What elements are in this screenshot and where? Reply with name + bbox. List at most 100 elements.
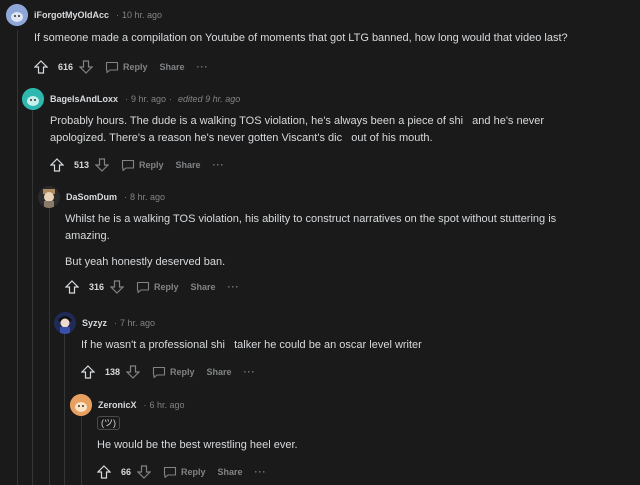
comment-text: He would be the best wrestling heel ever… xyxy=(97,439,298,451)
comment-bubble-icon xyxy=(163,466,177,478)
more-options-icon[interactable]: ··· xyxy=(244,367,256,377)
upvote-icon xyxy=(65,280,79,294)
reply-button[interactable]: Reply xyxy=(121,159,164,172)
timestamp[interactable]: 8 hr. ago xyxy=(130,192,165,202)
comment-body: If someone made a compilation on Youtube… xyxy=(34,30,632,47)
share-button[interactable]: Share xyxy=(191,282,216,292)
thread-line[interactable] xyxy=(17,30,18,485)
share-button[interactable]: Share xyxy=(207,367,232,377)
avatar[interactable] xyxy=(70,394,92,416)
share-button[interactable]: Share xyxy=(160,62,185,72)
timestamp[interactable]: 6 hr. ago xyxy=(150,400,185,410)
vote-count: 513 xyxy=(74,160,90,170)
more-options-icon[interactable]: ··· xyxy=(197,62,209,72)
username[interactable]: DaSomDum xyxy=(66,192,117,202)
upvote-button[interactable] xyxy=(34,60,48,74)
comment-meta: · 8 hr. ago xyxy=(124,192,166,202)
username[interactable]: BagelsAndLoxx xyxy=(50,94,118,104)
comment-meta: · 7 hr. ago xyxy=(114,318,156,328)
reply-button[interactable]: Reply xyxy=(163,466,206,479)
snoo-avatar-icon xyxy=(70,394,92,416)
timestamp[interactable]: 10 hr. ago xyxy=(122,10,162,20)
reply-button[interactable]: Reply xyxy=(152,366,195,379)
downvote-button[interactable] xyxy=(79,60,94,74)
vote-count: 616 xyxy=(58,62,74,72)
reply-button[interactable]: Reply xyxy=(105,61,148,74)
comment: ZeronicX · 6 hr. ago (ツ) He would be the … xyxy=(70,394,632,482)
reply-label: Reply xyxy=(154,282,179,292)
more-options-icon[interactable]: ··· xyxy=(228,282,240,292)
downvote-button[interactable] xyxy=(95,158,110,172)
comment-text: If someone made a compilation on Youtube… xyxy=(34,32,568,44)
upvote-icon xyxy=(97,465,111,479)
downvote-button[interactable] xyxy=(110,280,125,294)
timestamp[interactable]: 7 hr. ago xyxy=(120,318,155,328)
vote-count: 316 xyxy=(89,282,105,292)
upvote-icon xyxy=(50,158,64,172)
downvote-button[interactable] xyxy=(126,365,141,379)
comment-actions: 138 Reply Share ··· xyxy=(81,362,632,382)
username[interactable]: iForgotMyOldAcc xyxy=(34,10,109,20)
comment-bubble-icon xyxy=(152,366,166,378)
vote-count: 66 xyxy=(121,467,132,477)
avatar[interactable] xyxy=(6,4,28,26)
comment-body: If he wasn't a professional shi talker h… xyxy=(81,337,632,354)
comment: DaSomDum · 8 hr. ago Whilst he is a walki… xyxy=(38,186,632,297)
reply-label: Reply xyxy=(170,367,195,377)
comment-body: Whilst he is a walking TOS violation, hi… xyxy=(65,211,585,271)
comment-header: iForgotMyOldAcc · 10 hr. ago xyxy=(6,4,632,26)
comment-meta: · 10 hr. ago xyxy=(116,10,163,20)
comment-header: Syzyz · 7 hr. ago xyxy=(54,312,632,334)
comment: iForgotMyOldAcc · 10 hr. ago If someone m… xyxy=(6,4,632,77)
comment-meta: · 9 hr. ago · edited 9 hr. ago xyxy=(125,94,241,104)
reply-label: Reply xyxy=(139,160,164,170)
character-avatar-icon xyxy=(54,312,76,334)
upvote-button[interactable] xyxy=(81,365,95,379)
edited-label: edited 9 hr. ago xyxy=(178,94,241,104)
more-options-icon[interactable]: ··· xyxy=(255,467,267,477)
comment-actions: 66 Reply Share ··· xyxy=(97,462,632,482)
comment-actions: 616 Reply Share ··· xyxy=(34,57,632,77)
comment-meta: · 6 hr. ago xyxy=(143,400,185,410)
avatar[interactable] xyxy=(54,312,76,334)
username[interactable]: ZeronicX xyxy=(98,400,137,410)
comment-actions: 316 Reply Share ··· xyxy=(65,277,632,297)
more-options-icon[interactable]: ··· xyxy=(213,160,225,170)
username[interactable]: Syzyz xyxy=(82,318,107,328)
avatar[interactable] xyxy=(38,186,60,208)
share-button[interactable]: Share xyxy=(176,160,201,170)
comment-text: But yeah honestly deserved ban. xyxy=(65,256,226,268)
upvote-icon xyxy=(34,60,48,74)
downvote-icon xyxy=(137,465,152,479)
comment-header: DaSomDum · 8 hr. ago xyxy=(38,186,632,208)
comment-bubble-icon xyxy=(136,281,150,293)
comment: Syzyz · 7 hr. ago If he wasn't a professi… xyxy=(54,312,632,382)
user-line: ZeronicX · 6 hr. ago xyxy=(98,400,185,410)
timestamp[interactable]: 9 hr. ago xyxy=(131,94,166,104)
snoo-avatar-icon xyxy=(6,4,28,26)
reply-label: Reply xyxy=(181,467,206,477)
downvote-icon xyxy=(126,365,141,379)
upvote-icon xyxy=(81,365,95,379)
comment-actions: 513 Reply Share ··· xyxy=(50,155,632,175)
downvote-icon xyxy=(79,60,94,74)
share-button[interactable]: Share xyxy=(218,467,243,477)
upvote-button[interactable] xyxy=(65,280,79,294)
comment: BagelsAndLoxx · 9 hr. ago · edited 9 hr. ag… xyxy=(22,88,632,175)
user-info: ZeronicX · 6 hr. ago xyxy=(98,400,185,410)
downvote-icon xyxy=(110,280,125,294)
downvote-button[interactable] xyxy=(137,465,152,479)
upvote-button[interactable] xyxy=(97,465,111,479)
reply-button[interactable]: Reply xyxy=(136,281,179,294)
comment-text: If he wasn't a professional shi talker h… xyxy=(81,339,422,351)
user-flair-emote: (ツ) xyxy=(97,416,120,430)
snoo-avatar-icon xyxy=(22,88,44,110)
comment-text: Probably hours. The dude is a walking TO… xyxy=(50,115,548,144)
avatar[interactable] xyxy=(22,88,44,110)
comment-body: Probably hours. The dude is a walking TO… xyxy=(50,113,570,147)
vote-count: 138 xyxy=(105,367,121,377)
upvote-button[interactable] xyxy=(50,158,64,172)
downvote-icon xyxy=(95,158,110,172)
comment-text: Whilst he is a walking TOS violation, hi… xyxy=(65,213,557,242)
comment-bubble-icon xyxy=(121,159,135,171)
